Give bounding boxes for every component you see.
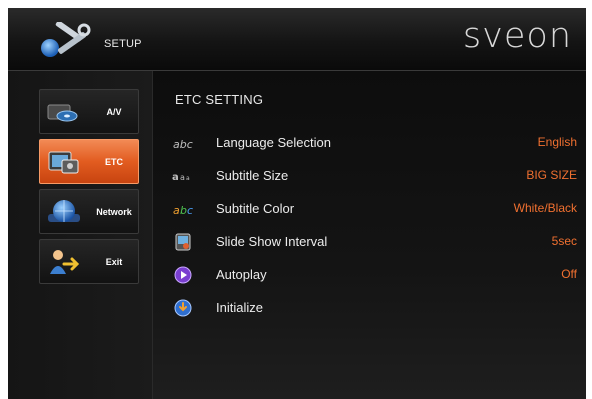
- network-globe-icon: [48, 200, 80, 222]
- setting-label: Subtitle Color: [216, 201, 295, 216]
- header-bar: SETUP sveon: [8, 8, 586, 71]
- sidebar-nav: A/V ETC Network Exit: [8, 71, 153, 399]
- etc-icon: [48, 151, 79, 174]
- setting-row-language[interactable]: abc Language Selection English: [153, 131, 586, 155]
- slideshow-icon: [175, 233, 191, 251]
- nav-item-exit[interactable]: Exit: [39, 239, 139, 284]
- nav-label-av: A/V: [106, 107, 122, 117]
- main-panel: ETC SETTING abc Language Selection Engli…: [153, 71, 586, 399]
- setup-screen: SETUP sveon A/V ETC Network Exit ETC SET…: [8, 8, 586, 399]
- setting-label: Subtitle Size: [216, 168, 289, 183]
- setting-label: Initialize: [216, 300, 263, 315]
- setting-label: Language Selection: [216, 135, 331, 150]
- initialize-icon: [174, 299, 192, 317]
- play-icon: [174, 266, 192, 284]
- setting-value: White/Black: [513, 201, 577, 215]
- setting-label: Autoplay: [216, 267, 267, 282]
- av-icon: [47, 104, 78, 122]
- exit-icon: [50, 250, 80, 274]
- svg-text:c: c: [187, 204, 193, 217]
- setup-tools-icon: [41, 22, 91, 57]
- nav-label-network: Network: [96, 207, 132, 217]
- setting-row-initialize[interactable]: Initialize: [153, 296, 586, 320]
- setting-value: English: [537, 135, 577, 149]
- svg-text:abc: abc: [173, 138, 193, 151]
- nav-label-etc: ETC: [105, 157, 123, 167]
- svg-text:a: a: [186, 175, 190, 182]
- nav-item-av[interactable]: A/V: [39, 89, 139, 134]
- setting-row-subtitle-color[interactable]: a b c Subtitle Color White/Black: [153, 197, 586, 221]
- setting-label: Slide Show Interval: [216, 234, 328, 249]
- brand-logo: sveon: [462, 16, 572, 56]
- setting-row-autoplay[interactable]: Autoplay Off: [153, 263, 586, 287]
- nav-label-exit: Exit: [105, 257, 123, 267]
- text-size-icon: a a a: [172, 172, 190, 183]
- abc-color-icon: a b c: [173, 204, 193, 217]
- svg-text:a: a: [180, 173, 185, 182]
- setting-value: Off: [561, 267, 577, 281]
- setup-label: SETUP: [104, 38, 142, 50]
- svg-text:a: a: [173, 204, 180, 217]
- svg-text:a: a: [172, 172, 179, 183]
- nav-item-etc[interactable]: ETC: [39, 139, 139, 184]
- svg-text:b: b: [180, 204, 187, 217]
- nav-item-network[interactable]: Network: [39, 189, 139, 234]
- abc-text-icon: abc: [173, 138, 193, 151]
- setting-row-subtitle-size[interactable]: a a a Subtitle Size BIG SIZE: [153, 164, 586, 188]
- section-title: ETC SETTING: [175, 92, 264, 107]
- setting-row-slideshow-interval[interactable]: Slide Show Interval 5sec: [153, 230, 586, 254]
- setting-value: BIG SIZE: [526, 168, 577, 182]
- setting-value: 5sec: [551, 234, 577, 248]
